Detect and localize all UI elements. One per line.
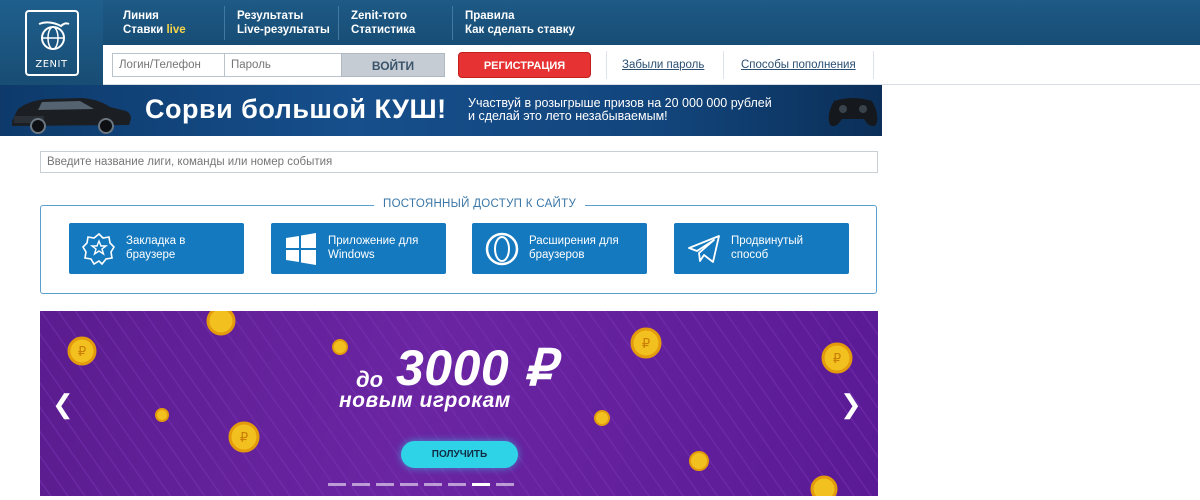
gamepad-icon <box>828 98 878 127</box>
nav-column-line: Линия Ставки live <box>123 9 186 37</box>
tile-browser-extensions[interactable]: Расширения для браузеров <box>472 223 647 274</box>
promo-title: Сорви большой КУШ! <box>145 94 447 124</box>
car-icon <box>12 98 131 134</box>
promo-subtitle: Участвуй в розыгрыше призов на 20 000 00… <box>468 97 772 123</box>
tile-advanced-method[interactable]: Продвинутый способ <box>674 223 849 274</box>
login-divider <box>606 51 607 79</box>
nav-column-results: Результаты Live-результаты <box>237 9 330 37</box>
tile-label: Закладка в браузере <box>126 234 241 262</box>
tile-label: Расширения для браузеров <box>529 234 644 262</box>
svg-text:₽: ₽ <box>240 431 248 446</box>
tile-label-line: Закладка в <box>126 235 186 247</box>
coin-icon <box>689 451 709 471</box>
nav-link-results[interactable]: Результаты <box>237 9 330 23</box>
coin-icon <box>594 410 610 426</box>
coin-icon <box>332 339 348 355</box>
coin-icon <box>810 475 838 496</box>
login-divider <box>873 51 874 79</box>
tile-label-line: браузеров <box>529 249 585 261</box>
login-phone-input[interactable] <box>112 53 225 77</box>
tile-label-line: способ <box>731 249 769 261</box>
carousel-dot[interactable] <box>352 483 370 486</box>
nav-divider <box>452 6 453 40</box>
zenit-globe-icon <box>38 20 69 50</box>
hero-carousel[interactable]: ₽ ₽ ₽ ₽ ❮ ❯ до 3000 ₽ новым игрокам ПОЛУ… <box>40 311 878 496</box>
login-button[interactable]: ВОЙТИ <box>341 53 445 77</box>
telegram-icon <box>688 235 720 263</box>
tile-label-line: браузере <box>126 249 176 261</box>
carousel-dot[interactable] <box>448 483 466 486</box>
tile-label-line: Продвинутый <box>731 235 804 247</box>
carousel-dot[interactable] <box>376 483 394 486</box>
carousel-prev-arrow[interactable]: ❮ <box>52 389 74 420</box>
coin-icon <box>155 408 169 422</box>
nav-divider <box>338 6 339 40</box>
carousel-next-arrow[interactable]: ❯ <box>840 389 862 420</box>
tile-label: Приложение для Windows <box>328 234 443 262</box>
tile-browser-bookmark[interactable]: Закладка в браузере <box>69 223 244 274</box>
coin-icon: ₽ <box>821 342 853 374</box>
nav-link-live-results[interactable]: Live-результаты <box>237 23 330 37</box>
windows-icon <box>286 233 316 265</box>
search-input[interactable] <box>40 151 878 173</box>
coin-icon: ₽ <box>630 327 662 359</box>
opera-icon <box>485 232 519 266</box>
svg-text:₽: ₽ <box>78 345 86 360</box>
coin-icon <box>206 311 236 336</box>
carousel-dot[interactable] <box>400 483 418 486</box>
login-divider <box>723 51 724 79</box>
promo-subtitle-line2: и сделай это лето незабываемым! <box>468 109 668 123</box>
svg-text:₽: ₽ <box>642 337 650 352</box>
login-bar: ВОЙТИ РЕГИСТРАЦИЯ Забыли пароль Способы … <box>103 45 1200 85</box>
coin-icon: ₽ <box>67 336 97 366</box>
tile-label: Продвинутый способ <box>731 234 846 262</box>
carousel-dot[interactable] <box>496 483 514 486</box>
logo-text: ZENIT <box>35 58 68 70</box>
tile-label-line: Расширения для <box>529 235 619 247</box>
nav-link-live-bets[interactable]: Ставки live <box>123 23 186 37</box>
nav-link-how-to-bet[interactable]: Как сделать ставку <box>465 23 575 37</box>
password-input[interactable] <box>224 53 342 77</box>
site-header: ZENIT Линия Ставки live Результаты Live-… <box>0 0 1200 85</box>
nav-link-line[interactable]: Линия <box>123 9 186 23</box>
forgot-password-link[interactable]: Забыли пароль <box>622 59 704 71</box>
coin-icon: ₽ <box>228 421 260 453</box>
hero-subtitle: новым игрокам <box>339 389 511 412</box>
tile-windows-app[interactable]: Приложение для Windows <box>271 223 446 274</box>
logo-box: ZENIT <box>24 9 79 76</box>
carousel-dot[interactable] <box>328 483 346 486</box>
tile-label-line: Приложение для <box>328 235 419 247</box>
nav-link-rules[interactable]: Правила <box>465 9 575 23</box>
carousel-dots <box>328 483 514 486</box>
promo-banner[interactable]: Сорви большой КУШ! Участвуй в розыгрыше … <box>0 85 882 136</box>
deposit-methods-link[interactable]: Способы пополнения <box>741 59 856 71</box>
carousel-dot[interactable] <box>424 483 442 486</box>
nav-link-statistics[interactable]: Статистика <box>351 23 415 37</box>
nav-live-prefix: Ставки <box>123 24 167 36</box>
nav-column-rules: Правила Как сделать ставку <box>465 9 575 37</box>
get-bonus-button[interactable]: ПОЛУЧИТЬ <box>401 441 518 468</box>
tile-label-line: Windows <box>328 249 375 261</box>
carousel-dot[interactable] <box>472 483 490 486</box>
bookmark-star-icon <box>82 232 116 266</box>
permanent-access-title: ПОСТОЯННЫЙ ДОСТУП К САЙТУ <box>374 198 586 210</box>
nav-live-highlight: live <box>166 24 186 36</box>
register-button[interactable]: РЕГИСТРАЦИЯ <box>458 52 591 78</box>
nav-divider <box>224 6 225 40</box>
nav-link-zenit-toto[interactable]: Zenit-тото <box>351 9 415 23</box>
svg-text:₽: ₽ <box>833 352 841 367</box>
logo[interactable]: ZENIT <box>0 0 103 85</box>
nav-column-toto: Zenit-тото Статистика <box>351 9 415 37</box>
permanent-access-box: ПОСТОЯННЫЙ ДОСТУП К САЙТУ Закладка в бра… <box>40 198 877 294</box>
